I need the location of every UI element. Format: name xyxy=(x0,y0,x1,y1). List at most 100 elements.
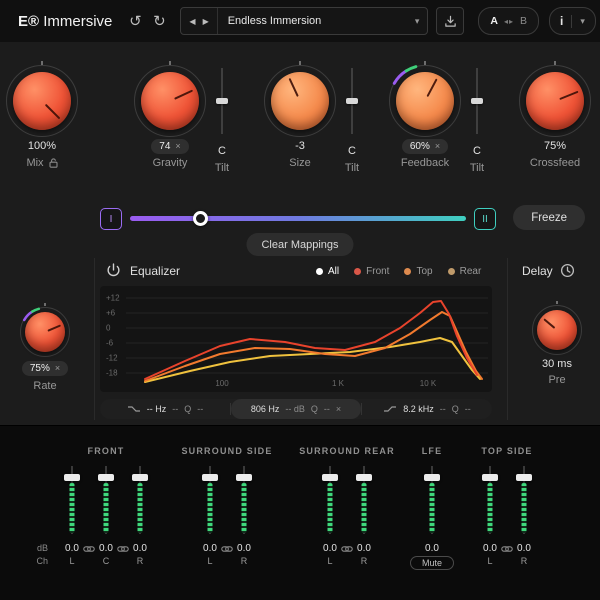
size-knob[interactable] xyxy=(271,72,329,130)
channel-gain-value[interactable]: 0.0 xyxy=(421,543,443,554)
channel-gain-value[interactable]: 0.0 xyxy=(513,543,535,554)
clock-icon[interactable] xyxy=(560,263,575,278)
fader-row xyxy=(202,466,252,538)
tilt-value[interactable]: C xyxy=(348,143,356,159)
chevron-down-icon[interactable]: ▾ xyxy=(580,16,585,27)
freeze-button[interactable]: Freeze xyxy=(513,205,585,230)
eq-band-2[interactable]: 806 Hz -- dB Q -- × xyxy=(231,399,361,419)
eq-band-3[interactable]: 8.2 kHz -- Q -- xyxy=(362,399,492,419)
channel-fader[interactable] xyxy=(202,466,218,538)
link-icon[interactable] xyxy=(341,545,353,553)
feedback-knob[interactable] xyxy=(396,72,454,130)
link-icon[interactable] xyxy=(221,545,233,553)
tab-eq-top[interactable]: Top xyxy=(404,266,432,277)
channel-gain-value[interactable]: 0.0 xyxy=(61,543,83,554)
gain-value-row: 0.0 0.0 xyxy=(319,543,375,554)
rate-value-badge[interactable]: 75% × xyxy=(22,361,68,376)
tilt-slider[interactable] xyxy=(345,68,359,134)
fader-handle[interactable] xyxy=(98,474,114,481)
gravity-value-badge[interactable]: 74 × xyxy=(151,139,188,154)
channel-fader[interactable] xyxy=(64,466,80,538)
close-icon[interactable]: × xyxy=(435,141,440,151)
clear-mappings-button[interactable]: Clear Mappings xyxy=(246,233,353,256)
slider-handle[interactable] xyxy=(471,98,483,104)
info-icon[interactable]: i xyxy=(560,14,563,28)
channel-gain-value[interactable]: 0.0 xyxy=(353,543,375,554)
fader-handle[interactable] xyxy=(424,474,440,481)
fader-handle[interactable] xyxy=(202,474,218,481)
fader-handle[interactable] xyxy=(64,474,80,481)
channel-gain-value[interactable]: 0.0 xyxy=(319,543,341,554)
eq-db-tick-label: -6 xyxy=(106,339,114,348)
save-preset-button[interactable] xyxy=(436,7,464,35)
close-icon[interactable]: × xyxy=(336,404,341,414)
tilt-value[interactable]: C xyxy=(473,143,481,159)
macro-slider-handle[interactable] xyxy=(193,211,208,226)
close-icon[interactable]: × xyxy=(175,141,180,151)
preset-next-icon[interactable]: ▶ xyxy=(203,17,209,26)
macro-two-button[interactable]: II xyxy=(474,208,496,230)
channel-fader[interactable] xyxy=(236,466,252,538)
crossfeed-value[interactable]: 75% xyxy=(544,138,566,154)
macro-slider[interactable] xyxy=(130,216,466,221)
channel-fader[interactable] xyxy=(356,466,372,538)
ab-b-button[interactable]: B xyxy=(520,15,527,27)
channel-gain-value[interactable]: 0.0 xyxy=(95,543,117,554)
chevron-down-icon[interactable]: ▾ xyxy=(415,16,428,27)
eq-curve[interactable] xyxy=(145,338,480,382)
channel-fader[interactable] xyxy=(424,466,440,538)
redo-icon[interactable]: ↻ xyxy=(148,9,170,33)
fader-handle[interactable] xyxy=(482,474,498,481)
mix-knob[interactable] xyxy=(13,72,71,130)
channel-fader[interactable] xyxy=(516,466,532,538)
level-meter xyxy=(430,483,435,533)
preset-name[interactable]: Endless Immersion xyxy=(218,15,415,27)
eq-band-1[interactable]: -- Hz -- Q -- xyxy=(100,399,230,419)
rate-knob[interactable] xyxy=(25,312,65,352)
channel-gain-value[interactable]: 0.0 xyxy=(129,543,151,554)
preset-prev-icon[interactable]: ◀ xyxy=(189,17,195,26)
slider-handle[interactable] xyxy=(346,98,358,104)
tab-eq-all[interactable]: All xyxy=(316,266,339,277)
lock-icon[interactable] xyxy=(49,158,58,168)
channel-fader[interactable] xyxy=(132,466,148,538)
tab-eq-front[interactable]: Front xyxy=(354,266,389,277)
channel-gain-value[interactable]: 0.0 xyxy=(199,543,221,554)
tilt-slider[interactable] xyxy=(470,68,484,134)
link-icon[interactable] xyxy=(117,545,129,553)
macro-one-button[interactable]: I xyxy=(100,208,122,230)
tilt-slider[interactable] xyxy=(215,68,229,134)
channel-gain-value[interactable]: 0.0 xyxy=(233,543,255,554)
mute-button[interactable]: Mute xyxy=(410,556,454,570)
channel-gain-value[interactable]: 0.0 xyxy=(479,543,501,554)
eq-power-icon[interactable] xyxy=(106,263,122,279)
size-value[interactable]: -3 xyxy=(295,138,305,154)
slider-handle[interactable] xyxy=(216,98,228,104)
channel-fader[interactable] xyxy=(322,466,338,538)
channel-fader[interactable] xyxy=(482,466,498,538)
pre-delay-knob[interactable] xyxy=(537,310,577,350)
ab-compare[interactable]: A ◂▸ B xyxy=(478,7,539,35)
channel-fader[interactable] xyxy=(98,466,114,538)
mix-value[interactable]: 100% xyxy=(28,138,56,154)
eq-graph[interactable]: +12+60-6-12-181001 K10 K xyxy=(100,286,492,392)
gravity-knob[interactable] xyxy=(141,72,199,130)
tab-eq-rear[interactable]: Rear xyxy=(448,266,482,277)
link-icon[interactable] xyxy=(83,545,95,553)
tilt-value[interactable]: C xyxy=(218,143,226,159)
ab-swap-icon[interactable]: ◂▸ xyxy=(504,17,514,26)
undo-icon[interactable]: ↺ xyxy=(124,9,146,33)
ab-a-button[interactable]: A xyxy=(490,15,498,27)
crossfeed-knob[interactable] xyxy=(526,72,584,130)
info-menu[interactable]: i ▾ xyxy=(549,7,596,35)
fader-handle[interactable] xyxy=(516,474,532,481)
fader-handle[interactable] xyxy=(132,474,148,481)
fader-handle[interactable] xyxy=(236,474,252,481)
pre-delay-value[interactable]: 30 ms xyxy=(542,358,572,370)
feedback-value-badge[interactable]: 60% × xyxy=(402,139,448,154)
fader-handle[interactable] xyxy=(356,474,372,481)
link-icon[interactable] xyxy=(501,545,513,553)
close-icon[interactable]: × xyxy=(55,363,60,373)
eq-channel-tabs: All Front Top Rear xyxy=(316,266,481,277)
fader-handle[interactable] xyxy=(322,474,338,481)
